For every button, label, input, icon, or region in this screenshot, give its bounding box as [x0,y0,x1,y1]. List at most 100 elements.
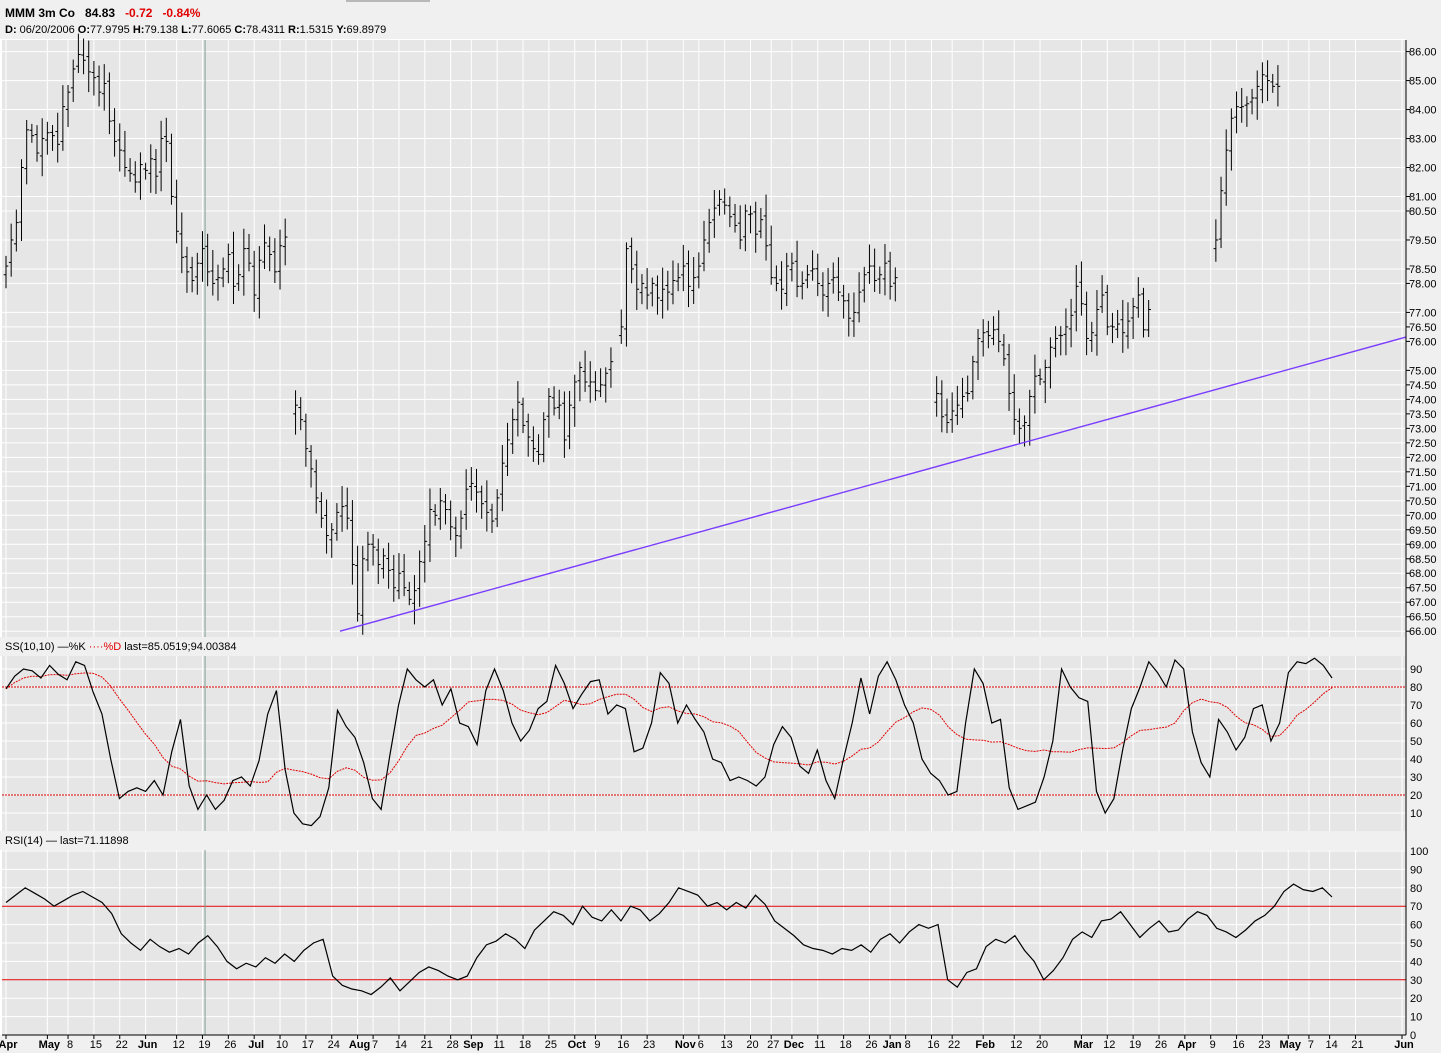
x-tick-label: 17 [302,1039,314,1051]
price-y-tick: 66.50 [1409,612,1437,624]
x-tick-label: Jun [138,1039,158,1051]
price-y-tick: 76.00 [1409,336,1437,348]
rsi-label: RSI(14) [5,835,43,847]
price-change: -0.72 [125,6,153,20]
readout-value: 1.5315 [299,24,337,36]
rsi-y-tick: 100 [1410,846,1428,858]
stochastic-y-tick: 70 [1410,700,1422,712]
price-y-tick: 76.50 [1409,322,1437,334]
x-tick-label: 10 [276,1039,288,1051]
k-legend-icon: — [57,641,69,653]
x-tick-label: 8 [67,1039,73,1051]
readout-value: 78.4311 [245,24,288,36]
readout-key: C: [234,24,246,36]
stochastic-y-tick: 80 [1410,682,1422,694]
x-tick-label: 16 [617,1039,629,1051]
readout-key: D: [5,24,17,36]
readout-value: 69.8979 [346,24,387,36]
rsi-y-tick: 10 [1410,1012,1422,1024]
x-tick-label: 9 [594,1039,600,1051]
x-tick-label: 24 [328,1039,340,1051]
stochastic-label-row: SS(10,10) —%K ····%D last=85.0519;94.003… [5,641,236,653]
price-y-tick: 69.50 [1409,525,1437,537]
x-tick-label: Mar [1074,1039,1094,1051]
x-tick-label: 11 [814,1039,825,1051]
x-tick-label: 16 [1232,1039,1244,1051]
last-price: 84.83 [85,6,116,20]
rsi-label-row: RSI(14) — last=71.11898 [5,835,129,847]
x-tick-label: 7 [1308,1039,1314,1051]
rsi-y-tick: 50 [1410,938,1422,950]
readout-key: R: [288,24,300,36]
rsi-y-tick: 90 [1410,864,1422,876]
stochastic-label: SS(10,10) [5,641,55,653]
price-y-tick: 77.00 [1409,307,1437,319]
x-tick-label: 23 [643,1039,655,1051]
x-tick-label: May [39,1039,61,1051]
readout-value: 77.6065 [191,24,235,36]
x-tick-label: 6 [698,1039,704,1051]
x-tick-label: 7 [372,1039,378,1051]
price-y-tick: 72.50 [1409,438,1437,450]
x-tick-label: 22 [116,1039,128,1051]
rsi-legend-icon: — [45,835,57,847]
readout-value: 77.9795 [90,24,133,36]
ohlc-readout: D: 06/20/2006 O:77.9795 H:79.138 L:77.60… [5,24,386,36]
x-tick-label: 12 [1103,1039,1115,1051]
symbol-name: MMM 3m Co [5,6,75,20]
x-tick-label: Sep [463,1039,483,1051]
x-tick-label: 20 [1036,1039,1048,1051]
rsi-y-tick: 80 [1410,883,1422,895]
price-y-tick: 67.00 [1409,597,1437,609]
readout-value: 06/20/2006 [16,24,78,36]
price-y-tick: 74.00 [1409,394,1437,406]
price-y-tick: 73.00 [1409,423,1437,435]
x-tick-label: 8 [905,1039,911,1051]
price-y-tick: 78.50 [1409,264,1437,276]
x-tick-label: 21 [421,1039,433,1051]
stochastic-y-tick: 30 [1410,772,1422,784]
x-tick-label: 14 [1325,1039,1337,1051]
price-y-tick: 85.00 [1409,76,1437,88]
price-y-tick: 82.00 [1409,163,1437,175]
price-y-tick: 72.00 [1409,452,1437,464]
rsi-header-band [0,831,1441,850]
x-tick-label: 14 [395,1039,407,1051]
x-tick-label: 19 [1129,1039,1141,1051]
x-tick-label: Jan [883,1039,902,1051]
stochastic-y-tick: 10 [1410,808,1422,820]
price-y-tick: 78.00 [1409,278,1437,290]
x-tick-label: 11 [493,1039,504,1051]
price-y-tick: 83.00 [1409,134,1437,146]
readout-key: H: [132,24,145,36]
rsi-y-tick: 70 [1410,901,1422,913]
stochastic-y-tick: 40 [1410,754,1422,766]
readout-key: O: [77,24,91,36]
x-tick-label: 20 [746,1039,758,1051]
x-tick-label: 13 [721,1039,733,1051]
x-tick-label: 22 [948,1039,960,1051]
rsi-y-tick: 40 [1410,956,1422,968]
price-y-tick: 70.00 [1409,510,1437,522]
price-y-tick: 81.00 [1409,191,1437,203]
x-tick-label: 19 [198,1039,210,1051]
readout-value: 79.138 [144,24,182,36]
rsi-y-tick: 20 [1410,993,1422,1005]
x-tick-label: Aug [349,1039,370,1051]
readout-key: Y: [336,24,347,36]
price-panel[interactable] [2,40,1406,637]
price-y-tick: 71.00 [1409,481,1437,493]
price-y-tick: 66.00 [1409,626,1437,638]
price-y-tick: 73.50 [1409,409,1437,421]
price-y-tick: 68.50 [1409,554,1437,566]
x-tick-label: Nov [675,1039,697,1051]
price-y-tick: 86.00 [1409,47,1437,59]
stochastic-y-tick: 60 [1410,718,1422,730]
x-tick-label: May [1280,1039,1302,1051]
rsi-y-tick: 60 [1410,920,1422,932]
x-tick-label: 27 [767,1039,779,1051]
stock-chart[interactable]: 86.00 85.00 84.00 83.00 82.00 81.00 80.50 79.50… [0,0,1441,1053]
x-tick-label: 23 [1258,1039,1270,1051]
x-tick-label: Apr [1177,1039,1197,1051]
scroll-thumb[interactable] [346,0,430,2]
